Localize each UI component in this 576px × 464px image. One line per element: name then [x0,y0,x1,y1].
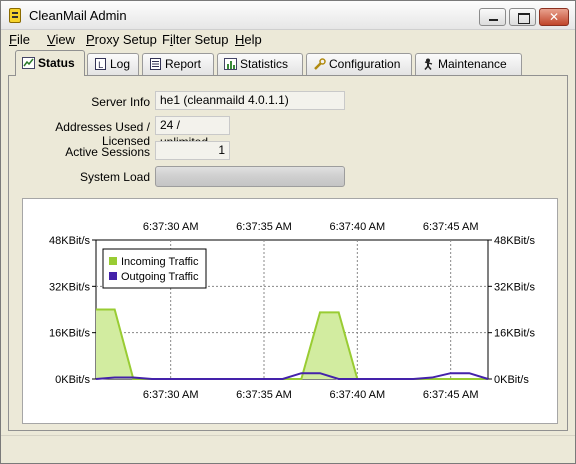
server-info-label: Server Info [91,95,150,109]
menu-file-mnemonic: F [9,32,17,47]
tab-status[interactable]: Status [15,50,85,76]
tab-log[interactable]: L Log [87,53,139,75]
menu-filter-setup[interactable]: Filter Setup [162,32,229,47]
x-tick-label-bottom: 6:37:40 AM [330,389,386,401]
close-button[interactable]: ✕ [539,8,569,26]
maintenance-icon [422,58,435,70]
y-tick-label-left: 48KBit/s [49,235,90,247]
y-tick-label-right: 0KBit/s [494,374,529,386]
menu-file[interactable]: File [9,32,30,47]
tab-report-label: Report [165,57,202,71]
x-tick-label-top: 6:37:45 AM [423,221,479,233]
menu-view[interactable]: View [47,32,75,47]
close-icon: ✕ [548,10,560,24]
traffic-chart: 6:37:30 AM 6:37:30 AM 6:37:35 AM 6:37:35 AM… [22,198,558,424]
tab-configuration[interactable]: Configuration [306,53,412,75]
y-tick-label-left: 16KBit/s [49,328,90,340]
tab-log-label: Log [110,57,131,71]
menu-help-mnemonic: H [235,32,245,47]
x-tick-label-top: 6:37:30 AM [143,221,199,233]
y-tick-label-right: 16KBit/s [494,328,535,340]
addresses-field: 24 / unlimited [155,116,230,149]
legend-label-outgoing: Outgoing Traffic [121,271,199,283]
menu-filter-rest: lter Setup [172,32,229,47]
maximize-icon [510,9,535,25]
y-tick-label-left: 0KBit/s [55,374,90,386]
tab-status-label: Status [38,56,75,70]
addresses-label: Addresses Used / Licensed [55,120,150,148]
title-bar[interactable]: CleanMail Admin ✕ [1,1,575,30]
menu-help-rest: elp [244,32,262,47]
status-bar [1,435,575,463]
status-panel: Server Info he1 (cleanmaild 4.0.1.1) Add… [8,75,568,431]
cleanmail-admin-window: CleanMail Admin ✕ File View Proxy Setup … [0,0,576,464]
server-info-field: he1 (cleanmaild 4.0.1.1) [155,91,345,110]
minimize-icon [480,9,505,25]
tab-maintenance-label: Maintenance [438,57,507,71]
y-tick-label-right: 48KBit/s [494,235,535,247]
legend-label-incoming: Incoming Traffic [121,256,199,268]
status-graph-icon [22,57,35,69]
window-title: CleanMail Admin [29,8,127,23]
x-tick-label-bottom: 6:37:35 AM [236,389,292,401]
app-icon [9,8,21,23]
svg-text:L: L [98,61,103,70]
system-load-label: System Load [79,170,150,184]
x-tick-label-top: 6:37:40 AM [330,221,386,233]
menu-help[interactable]: Help [235,32,262,47]
maximize-button[interactable] [509,8,536,26]
tab-maintenance[interactable]: Maintenance [415,53,522,75]
legend-swatch-incoming [109,257,117,265]
system-load-bar [155,166,345,187]
menu-bar: File View Proxy Setup Filter Setup Help [1,30,575,50]
statistics-icon [224,58,237,70]
y-tick-label-left: 32KBit/s [49,281,90,293]
active-sessions-label: Active Sessions [65,145,150,159]
tab-statistics[interactable]: Statistics [217,53,303,75]
minimize-button[interactable] [479,8,506,26]
x-tick-label-top: 6:37:35 AM [236,221,292,233]
x-tick-label-bottom: 6:37:45 AM [423,389,479,401]
legend-swatch-outgoing [109,272,117,280]
wrench-icon [313,58,326,70]
menu-file-rest: ile [16,32,30,47]
active-sessions-field: 1 [155,141,230,160]
x-tick-label-bottom: 6:37:30 AM [143,389,199,401]
tab-configuration-label: Configuration [329,57,401,71]
menu-view-rest: iew [55,32,75,47]
menu-filter-pre: F [162,32,170,47]
traffic-chart-svg: 6:37:30 AM 6:37:30 AM 6:37:35 AM 6:37:35 AM… [49,221,535,401]
tab-report[interactable]: Report [142,53,214,75]
menu-proxy-setup[interactable]: Proxy Setup [86,32,157,47]
y-tick-label-right: 32KBit/s [494,281,535,293]
log-icon: L [94,58,107,71]
menu-proxy-mnemonic: P [86,32,95,47]
report-icon [149,58,162,70]
tab-strip: Status L Log Report Statistics Configura… [1,50,575,76]
tab-statistics-label: Statistics [240,57,289,71]
menu-proxy-rest: roxy Setup [94,32,157,47]
